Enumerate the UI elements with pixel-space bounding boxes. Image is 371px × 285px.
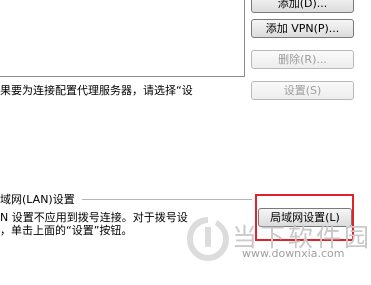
add-button[interactable]: 添加(D)... [251,0,354,13]
watermark-logo-icon [187,217,229,261]
lan-settings-group-title: 域网(LAN)设置 [0,193,75,206]
watermark-url: www.downxia.com [242,247,345,260]
lan-description-line1: N 设置不应用到拨号连接。对于拨号设 [0,211,188,224]
proxy-instruction-text: 果要为连接配置代理服务器，请选择“设 [0,84,193,97]
group-divider [82,199,252,200]
delete-button[interactable]: 删除(R)... [251,50,354,69]
connections-list[interactable] [0,0,245,77]
add-vpn-button[interactable]: 添加 VPN(P)... [251,19,354,38]
settings-button[interactable]: 设置(S) [251,81,354,100]
lan-description-line2: ，单击上面的“设置”按钮。 [0,224,133,237]
